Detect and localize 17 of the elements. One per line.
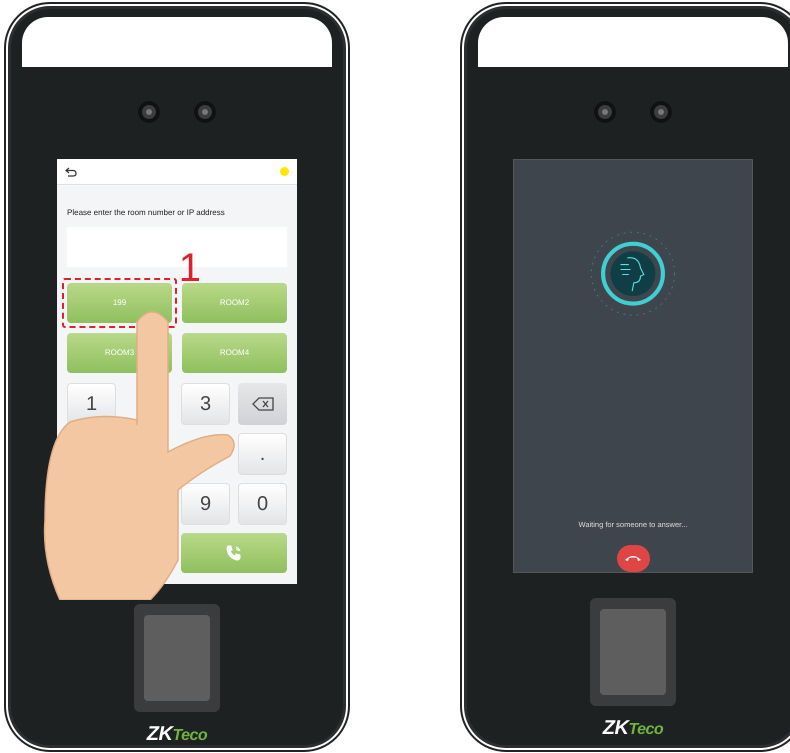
keypad-key[interactable]: 0 [238,483,287,525]
keypad-key[interactable]: 3 [181,383,230,425]
keypad-key[interactable]: 9 [181,483,230,525]
keypad-key[interactable]: . [238,433,287,475]
back-icon[interactable] [65,166,77,176]
prompt-text: Please enter the room number or IP address [67,207,226,219]
camera-lens-icon [650,101,672,123]
camera-lens-icon [138,101,160,123]
brand-logo: ZKTeco [146,724,208,744]
camera-lens-icon [194,101,216,123]
hang-up-icon [624,554,642,562]
hang-up-button[interactable] [616,544,650,572]
brand-logo: ZKTeco [602,718,664,738]
camera-lens-icon [594,101,616,123]
backspace-icon [252,397,274,411]
backspace-button[interactable] [238,383,287,425]
phone-icon [225,544,243,562]
